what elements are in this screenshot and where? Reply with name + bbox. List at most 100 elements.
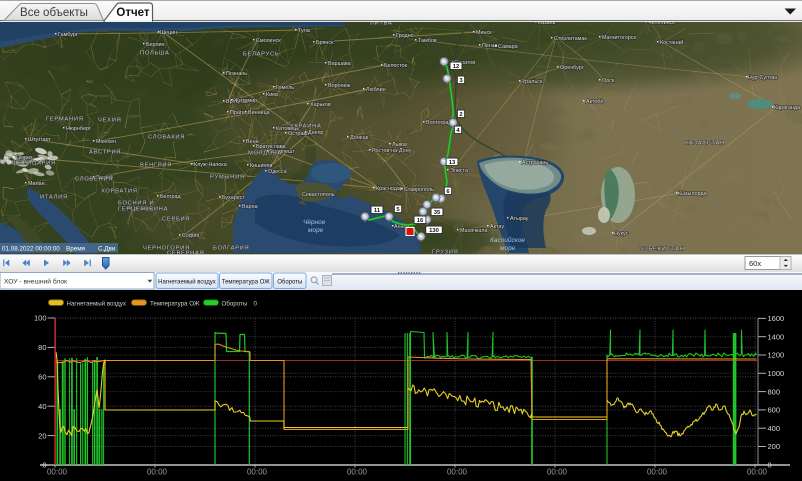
svg-text:00:00: 00:00	[647, 468, 668, 477]
svg-text:00:00: 00:00	[47, 468, 68, 477]
svg-text:ГЕРМАНИЯ: ГЕРМАНИЯ	[46, 117, 84, 123]
svg-text:Казань: Казань	[538, 22, 556, 26]
svg-text:Краснодар: Краснодар	[376, 186, 403, 192]
svg-text:Температура ОЖ: Температура ОЖ	[222, 280, 271, 286]
svg-text:00:00: 00:00	[447, 468, 468, 477]
svg-text:Минск: Минск	[476, 30, 492, 36]
svg-text:00:00: 00:00	[147, 468, 168, 477]
svg-text:Челябинск: Челябинск	[648, 22, 675, 26]
svg-text:Нур-Султан: Нур-Султан	[748, 75, 777, 81]
svg-text:Ростов-на-Дону: Ростов-на-Дону	[372, 148, 412, 154]
svg-text:Киев: Киев	[266, 92, 278, 98]
svg-text:Каспийское: Каспийское	[490, 236, 525, 244]
svg-text:АВСТРИЯ: АВСТРИЯ	[89, 150, 121, 156]
svg-text:Время: Время	[66, 246, 85, 253]
svg-text:00:00: 00:00	[747, 468, 768, 477]
svg-text:Актау: Актау	[490, 224, 504, 230]
svg-text:Братислава: Братислава	[256, 144, 286, 150]
svg-text:Мюнхен: Мюнхен	[96, 139, 116, 145]
svg-text:Люблин: Люблин	[366, 87, 386, 93]
svg-text:Орск: Орск	[602, 78, 615, 84]
svg-text:Обороты: Обороты	[277, 280, 302, 286]
svg-text:Варна: Варна	[242, 204, 258, 210]
svg-text:Стерлитамак: Стерлитамак	[554, 36, 587, 42]
svg-text:600: 600	[768, 406, 781, 415]
svg-text:Прага: Прага	[230, 110, 245, 116]
svg-text:20: 20	[38, 431, 46, 440]
svg-text:Нагнетаемый воздух: Нагнетаемый воздух	[158, 279, 216, 286]
svg-text:Температура ОЖ: Температура ОЖ	[150, 300, 200, 307]
svg-text:Самара: Самара	[498, 44, 518, 50]
svg-text:море: море	[500, 245, 516, 252]
svg-text:60x: 60x	[749, 259, 761, 268]
svg-text:Винница: Винница	[248, 110, 270, 116]
svg-text:УЗБЕКИСТАН: УЗБЕКИСТАН	[640, 247, 685, 253]
svg-text:12: 12	[453, 64, 460, 70]
svg-text:200: 200	[768, 442, 781, 451]
svg-text:Ставрополь: Ставрополь	[404, 187, 434, 193]
svg-text:1400: 1400	[768, 332, 785, 341]
svg-text:Щецин: Щецин	[160, 30, 177, 36]
svg-text:Астрахань: Астрахань	[522, 160, 548, 166]
svg-text:София: София	[182, 233, 199, 239]
svg-text:СЕВЕРНАЯ: СЕВЕРНАЯ	[167, 251, 205, 255]
svg-text:Чёрное: Чёрное	[303, 219, 326, 226]
svg-text:0: 0	[42, 461, 46, 470]
svg-text:Атырау: Атырау	[510, 216, 529, 222]
svg-text:35: 35	[434, 210, 441, 216]
svg-text:СЕРБИЯ: СЕРБИЯ	[162, 217, 190, 223]
svg-text:МОЛДОВА: МОЛДОВА	[248, 151, 282, 157]
svg-text:Брянск: Брянск	[316, 40, 334, 46]
svg-text:40: 40	[38, 402, 46, 411]
svg-text:море: море	[308, 227, 324, 234]
svg-text:Штутгарт: Штутгарт	[28, 137, 51, 143]
svg-text:00:00: 00:00	[347, 468, 368, 477]
svg-text:1200: 1200	[768, 351, 785, 360]
svg-text:Нагнетаемый воздух: Нагнетаемый воздух	[67, 300, 127, 307]
svg-text:400: 400	[768, 424, 781, 433]
svg-text:1000: 1000	[768, 369, 785, 378]
svg-text:Воронеж: Воронеж	[328, 83, 351, 89]
svg-text:Гродно: Гродно	[396, 33, 414, 39]
svg-text:0: 0	[768, 461, 772, 470]
svg-text:Обороты: Обороты	[222, 300, 248, 307]
svg-text:Белосток: Белосток	[384, 63, 408, 69]
svg-text:ЧЕХИЯ: ЧЕХИЯ	[98, 118, 121, 124]
svg-text:130: 130	[429, 228, 440, 234]
svg-text:01.08.2022 00:00:00: 01.08.2022 00:00:00	[2, 246, 60, 253]
svg-text:ХОРВАТИЯ: ХОРВАТИЯ	[101, 189, 138, 195]
svg-text:КАЗАХСТАН: КАЗАХСТАН	[685, 141, 725, 147]
svg-text:Смоленск: Смоленск	[256, 38, 281, 44]
svg-text:100: 100	[34, 314, 47, 323]
svg-text:С.Дви: С.Дви	[98, 246, 116, 253]
svg-text:Актобе: Актобе	[586, 99, 603, 105]
svg-text:СЛОВЕНИЯ: СЛОВЕНИЯ	[75, 177, 113, 183]
svg-text:Берлин: Берлин	[146, 42, 165, 48]
svg-text:00:00: 00:00	[247, 468, 268, 477]
svg-text:Житомир: Житомир	[234, 98, 257, 104]
svg-text:Оренбург: Оренбург	[560, 65, 584, 71]
svg-text:ИТАЛИЯ: ИТАЛИЯ	[40, 195, 68, 201]
svg-text:Познань: Познань	[226, 71, 247, 77]
svg-text:Элиста: Элиста	[450, 168, 468, 174]
svg-text:Кызылорда: Кызылорда	[678, 191, 707, 197]
svg-text:0: 0	[254, 300, 258, 307]
svg-text:Караганда: Караганда	[774, 105, 800, 111]
svg-text:Магнитогорск: Магнитогорск	[602, 35, 636, 41]
svg-text:Белград: Белград	[160, 194, 181, 200]
svg-text:СЛОВАКИЯ: СЛОВАКИЯ	[148, 135, 185, 141]
svg-text:ВЕНГРИЯ: ВЕНГРИЯ	[140, 163, 172, 169]
svg-text:800: 800	[768, 387, 781, 396]
svg-text:1600: 1600	[768, 314, 785, 323]
svg-text:Донецк: Донецк	[350, 135, 369, 141]
svg-text:ГРУЗИЯ: ГРУЗИЯ	[432, 250, 459, 255]
svg-text:Гомель: Гомель	[276, 85, 294, 91]
svg-text:11: 11	[374, 208, 381, 214]
svg-text:Одесса: Одесса	[268, 169, 287, 175]
svg-text:Костанай: Костанай	[660, 39, 683, 46]
svg-text:Севастополь: Севастополь	[302, 192, 335, 198]
svg-text:ШВЕЙЦАРИЯ: ШВЕЙЦАРИЯ	[12, 159, 56, 167]
svg-text:Уральск: Уральск	[522, 79, 543, 85]
svg-text:Волгоград: Волгоград	[426, 120, 452, 126]
svg-text:Гамбург: Гамбург	[58, 32, 78, 38]
